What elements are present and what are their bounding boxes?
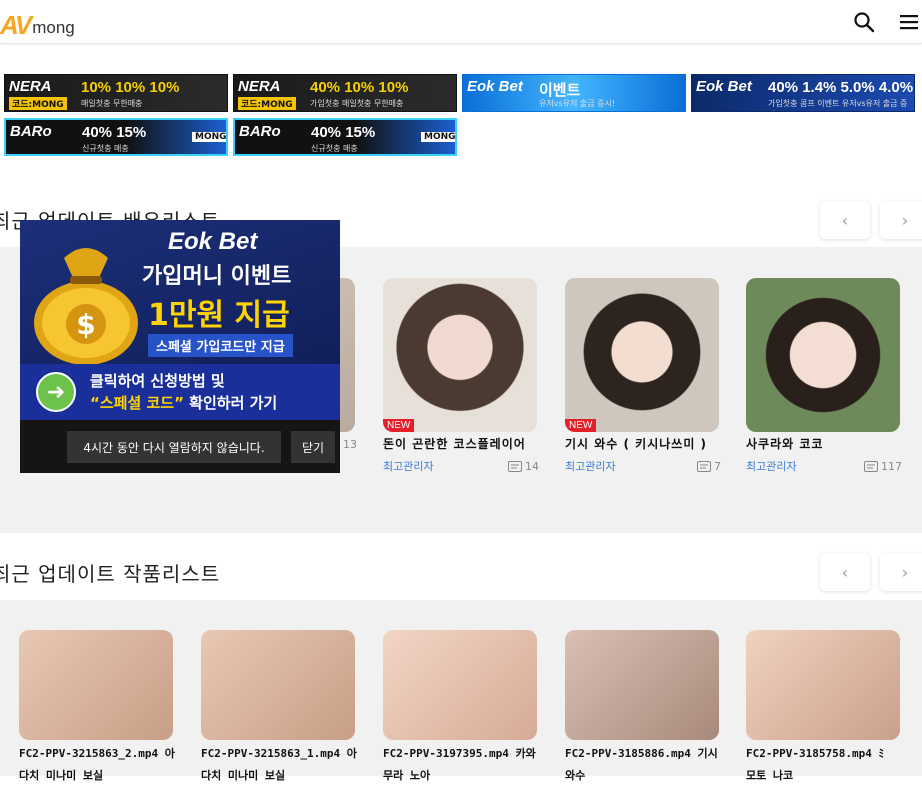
actors-prev-button[interactable]: ‹	[820, 201, 870, 239]
banner-code: MONG	[421, 132, 455, 142]
actors-next-button[interactable]: ›	[880, 201, 922, 239]
author-link[interactable]: 최고관리자	[383, 458, 434, 474]
popup-ad: $ Eok Bet 가입머니 이벤트 1만원 지급 스페셜 가입코드만 지급 ➜…	[20, 220, 340, 473]
work-title-line1[interactable]: FC2-PPV-3215863_2.mp4 아	[19, 743, 199, 765]
actor-thumbnail[interactable]: NEW	[383, 278, 537, 432]
popup-amount: 1만원 지급	[148, 298, 290, 333]
work-card[interactable]: FC2-PPV-3215863_2.mp4 아 다치 미나미 보실	[19, 630, 175, 787]
author-link[interactable]: 최고관리자	[565, 458, 616, 474]
banner-brand: NERA	[9, 78, 52, 95]
actor-name[interactable]: 돈이 곤란한 코스플레이어	[383, 435, 539, 452]
banner-code: 코드:MONG	[238, 97, 296, 110]
work-title-line2[interactable]: 모토 나코	[746, 765, 922, 787]
banner-sub: 유저vs유저 출금 증시!	[539, 99, 616, 108]
actor-card[interactable]: 사쿠라와 코코 최고관리자 117	[746, 278, 902, 474]
work-title-line1[interactable]: FC2-PPV-3215863_1.mp4 아	[201, 743, 381, 765]
banner-headline: 40% 15%	[311, 124, 376, 141]
work-thumbnail[interactable]	[565, 630, 719, 740]
actor-name[interactable]: 사쿠라와 코코	[746, 435, 902, 452]
work-card[interactable]: FC2-PPV-3185758.mp4 ﾐ 모토 나코	[746, 630, 902, 787]
money-bag-icon: $	[34, 248, 138, 365]
banner-sub: 신규첫충 매충	[311, 144, 358, 153]
post-count: 117	[864, 458, 902, 474]
actor-card[interactable]: NEW 기시 와수 ( 키시나쓰미 ) 최고관리자 7	[565, 278, 721, 474]
work-card[interactable]: FC2-PPV-3185886.mp4 기시 와수	[565, 630, 721, 787]
popup-subline: 스페셜 가입코드만 지급	[148, 334, 293, 357]
work-thumbnail[interactable]	[201, 630, 355, 740]
popup-brand: Eok Bet	[168, 228, 258, 255]
ad-banner-nera-2[interactable]: NERA 코드:MONG 40% 10% 10% 가입첫충 매일첫충 무한매충	[233, 74, 457, 112]
actor-thumbnail[interactable]: NEW	[565, 278, 719, 432]
actor-thumbnail[interactable]	[746, 278, 900, 432]
banner-code: 코드:MONG	[9, 97, 67, 110]
search-icon[interactable]	[853, 11, 875, 33]
logo-mong-text: mong	[32, 18, 75, 37]
ad-banner-nera-1[interactable]: NERA 코드:MONG 10% 10% 10% 매일첫충 무한매충	[4, 74, 228, 112]
post-count: 7	[697, 458, 721, 474]
chevron-left-icon: ‹	[841, 562, 849, 582]
works-next-button[interactable]: ›	[880, 553, 922, 591]
work-title-line2[interactable]: 무라 노아	[383, 765, 563, 787]
work-thumbnail[interactable]	[383, 630, 537, 740]
ad-banner-eokbet-2[interactable]: Eok Bet 40% 1.4% 5.0% 4.0% 가입첫충 콤프 이벤트 유…	[691, 74, 915, 112]
banner-code: MONG	[192, 132, 226, 142]
post-count: 13	[343, 438, 357, 451]
work-thumbnail[interactable]	[19, 630, 173, 740]
ad-banner-baro-1[interactable]: BARo 40% 15% 신규첫충 매충 MONG	[4, 118, 228, 156]
chevron-right-icon: ›	[901, 210, 909, 230]
banner-sub: 매일첫충 무한매충	[81, 99, 143, 108]
comment-icon	[864, 460, 878, 472]
site-logo[interactable]: AV mong	[0, 8, 75, 38]
banner-sub: 신규첫충 매충	[82, 144, 129, 153]
banner-brand: BARo	[239, 123, 281, 140]
banner-sub: 가입첫충 매일첫충 무한매충	[310, 99, 404, 108]
new-badge: NEW	[565, 419, 597, 432]
work-card[interactable]: FC2-PPV-3197395.mp4 카와 무라 노아	[383, 630, 539, 787]
banner-headline: 이벤트	[539, 82, 581, 99]
chevron-left-icon: ‹	[841, 210, 849, 230]
chevron-right-icon: ›	[901, 562, 909, 582]
dismiss-4h-button[interactable]: 4시간 동안 다시 열람하지 않습니다.	[67, 431, 281, 463]
logo-av-text: AV	[0, 10, 32, 40]
work-title-line1[interactable]: FC2-PPV-3185758.mp4 ﾐ	[746, 743, 922, 765]
author-link[interactable]: 최고관리자	[746, 458, 797, 474]
work-thumbnail[interactable]	[746, 630, 900, 740]
banner-headline: 40% 15%	[82, 124, 147, 141]
banner-brand: NERA	[238, 78, 281, 95]
popup-buttons: 4시간 동안 다시 열람하지 않습니다. 닫기	[20, 420, 340, 473]
actor-card[interactable]: NEW 돈이 곤란한 코스플레이어 최고관리자 14	[383, 278, 539, 474]
popup-headline: 가입머니 이벤트	[142, 264, 292, 289]
comment-icon	[697, 460, 711, 472]
banner-brand: Eok Bet	[696, 78, 752, 95]
hamburger-menu-icon[interactable]	[898, 11, 920, 33]
popup-cta-bar[interactable]: ➜ 클릭하여 신청방법 및 “스페셜 코드” 확인하러 가기	[20, 364, 340, 420]
work-card[interactable]: FC2-PPV-3215863_1.mp4 아 다치 미나미 보실	[201, 630, 357, 787]
comment-icon	[508, 460, 522, 472]
banner-headline: 40% 10% 10%	[310, 79, 409, 96]
ad-banner-baro-2[interactable]: BARo 40% 15% 신규첫충 매충 MONG	[233, 118, 457, 156]
post-count: 14	[508, 458, 539, 474]
work-title-line1[interactable]: FC2-PPV-3185886.mp4 기시	[565, 743, 745, 765]
work-title-line2[interactable]: 다치 미나미 보실	[19, 765, 199, 787]
ad-banner-eokbet-1[interactable]: Eok Bet 이벤트 유저vs유저 출금 증시!	[462, 74, 686, 112]
work-title-line2[interactable]: 와수	[565, 765, 745, 787]
new-badge: NEW	[383, 419, 415, 432]
banner-sub: 가입첫충 콤프 이벤트 유저vs유저 출금 증시!	[768, 99, 908, 111]
banner-brand: Eok Bet	[467, 78, 523, 95]
works-prev-button[interactable]: ‹	[820, 553, 870, 591]
banner-brand: BARo	[10, 123, 52, 140]
svg-text:$: $	[76, 308, 95, 341]
close-popup-button[interactable]: 닫기	[291, 431, 335, 463]
popup-ad-image[interactable]: $ Eok Bet 가입머니 이벤트 1만원 지급 스페셜 가입코드만 지급 ➜…	[20, 220, 340, 420]
actor-name[interactable]: 기시 와수 ( 키시나쓰미 )	[565, 435, 721, 452]
popup-cta-line2: “스페셜 코드” 확인하러 가기	[90, 394, 278, 412]
works-section-title: 최근 업데이트 작품리스트	[0, 562, 221, 586]
work-title-line2[interactable]: 다치 미나미 보실	[201, 765, 381, 787]
site-header: AV mong	[0, 0, 922, 44]
banner-headline: 10% 10% 10%	[81, 79, 180, 96]
popup-cta-line1: 클릭하여 신청방법 및	[90, 372, 225, 390]
arrow-right-icon: ➜	[36, 372, 76, 412]
banner-headline: 40% 1.4% 5.0% 4.0%	[768, 79, 914, 96]
work-title-line1[interactable]: FC2-PPV-3197395.mp4 카와	[383, 743, 563, 765]
